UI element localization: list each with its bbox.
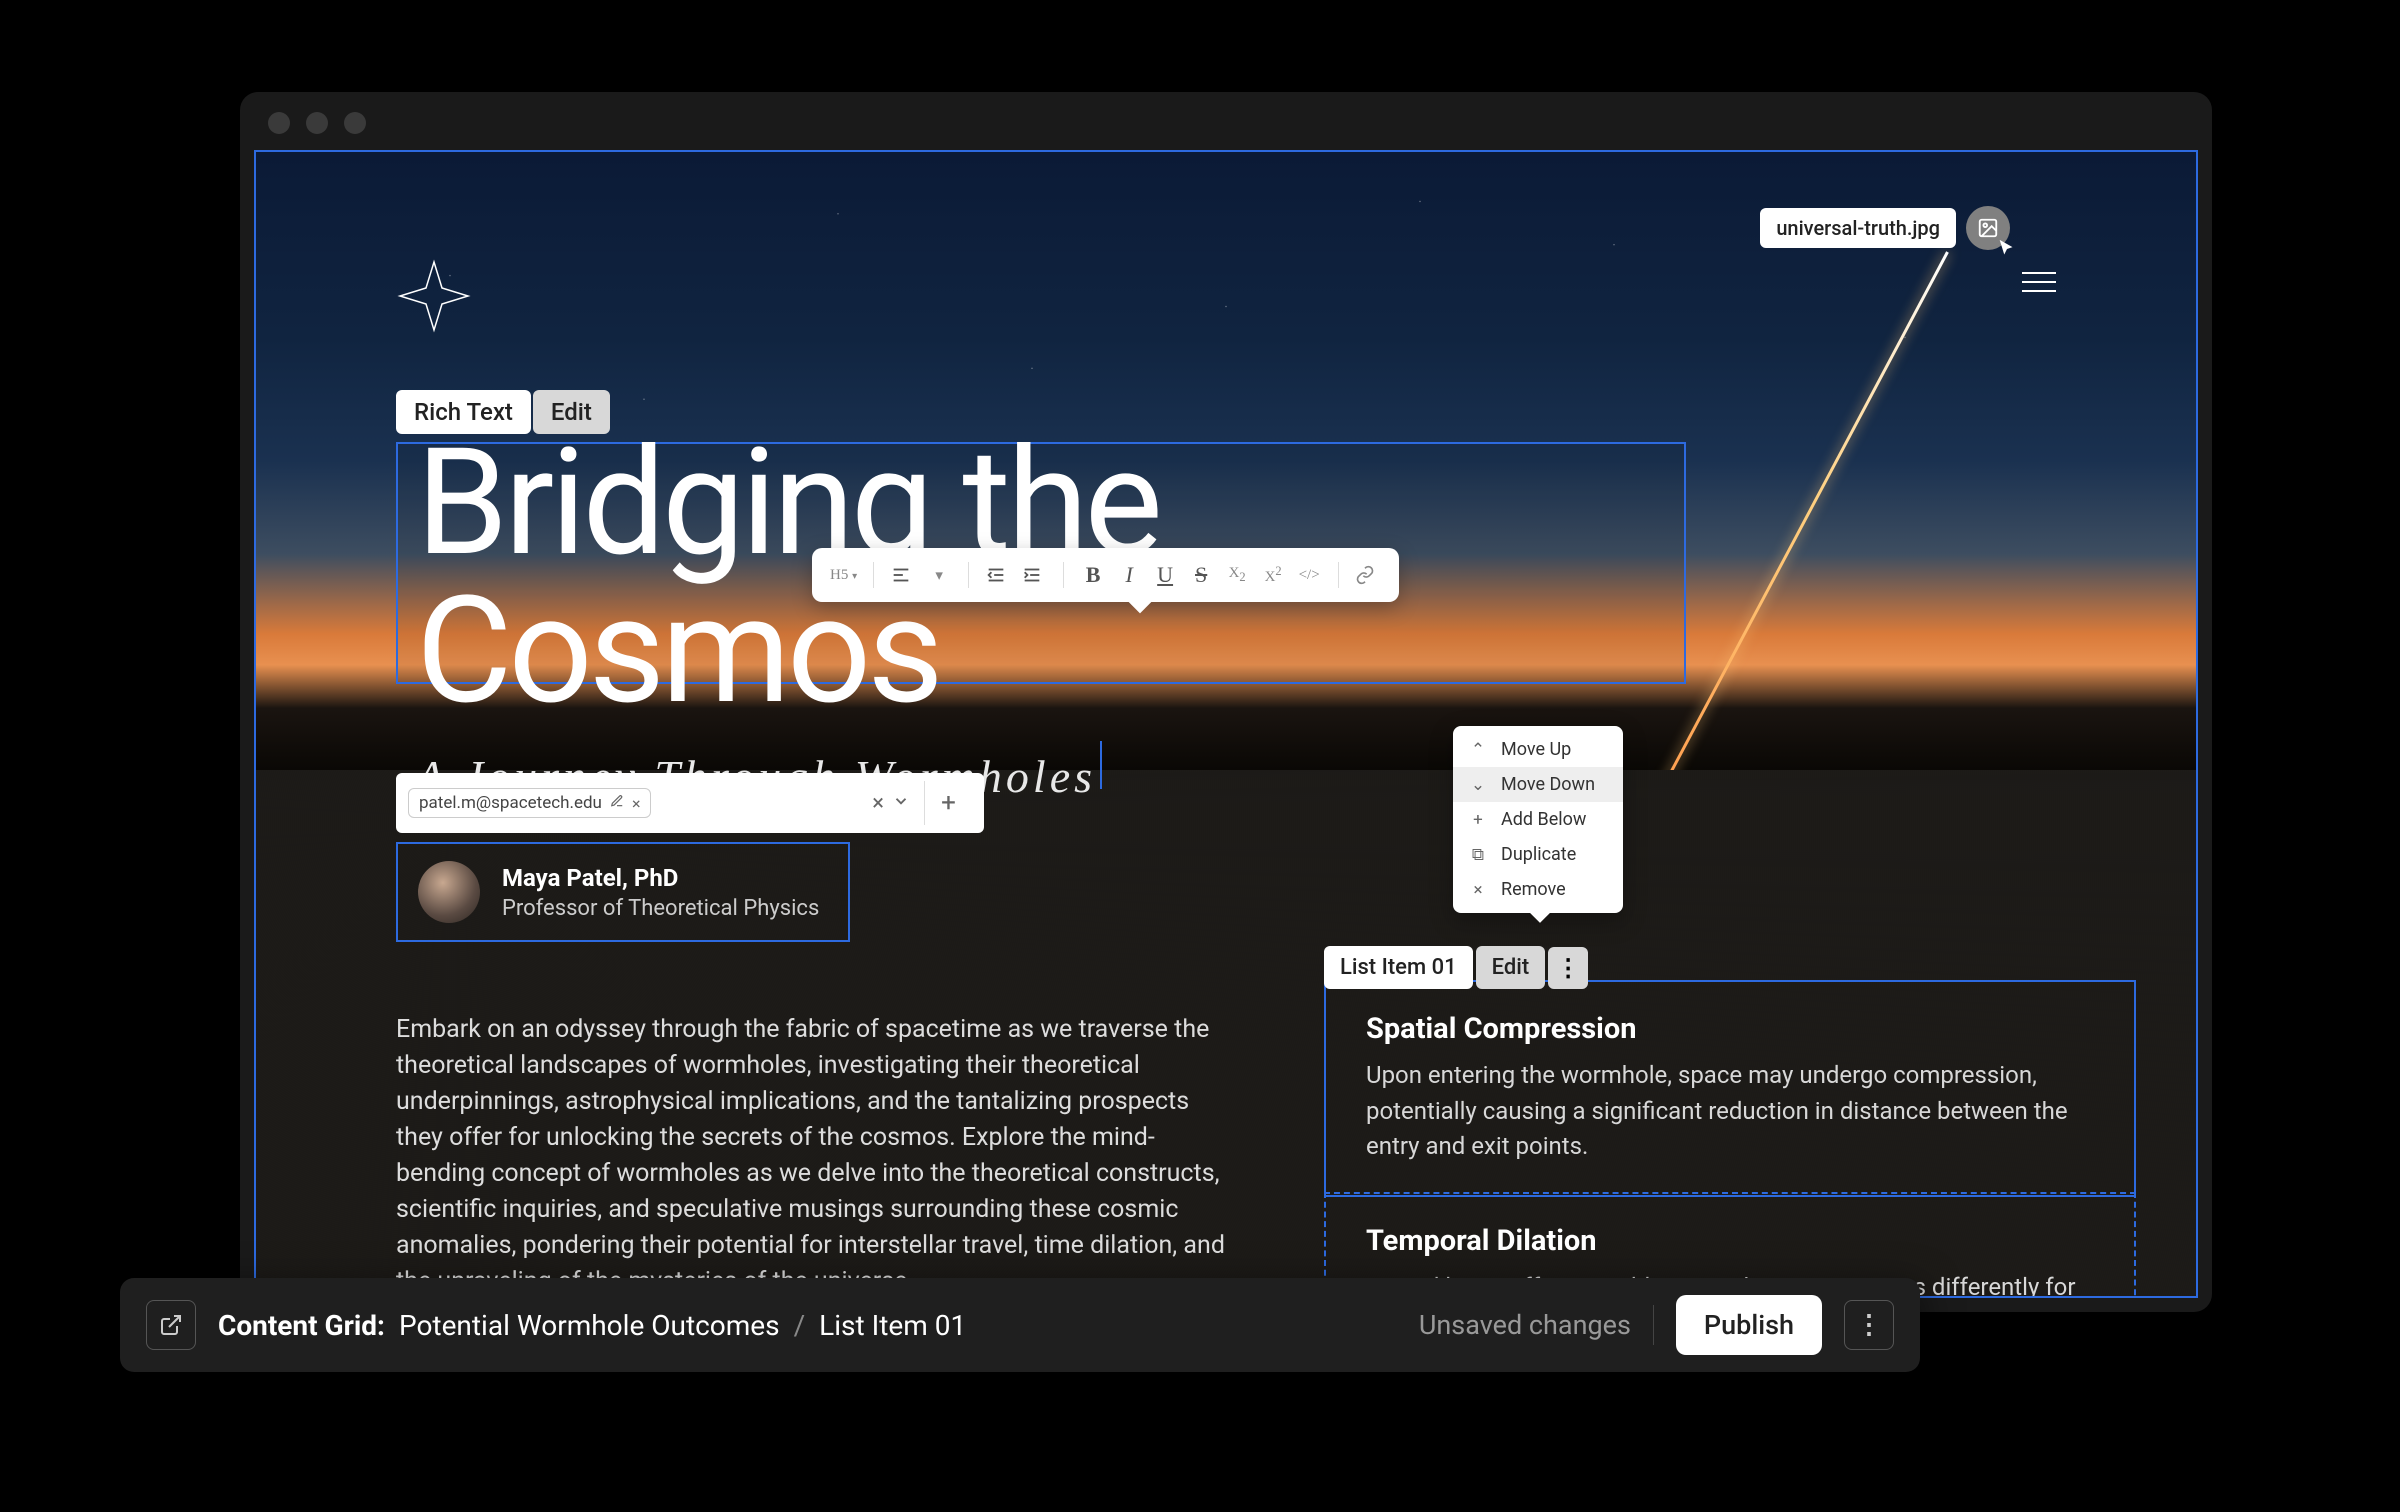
list-item-more-button[interactable]: ⋮ (1548, 947, 1588, 989)
author-name: Maya Patel, PhD (502, 864, 819, 892)
clear-icon[interactable]: × (872, 791, 884, 816)
underline-button[interactable]: U (1152, 562, 1178, 588)
hamburger-menu-icon[interactable] (2022, 272, 2056, 292)
separator (1653, 1305, 1654, 1345)
breadcrumb-separator: / (794, 1309, 806, 1342)
strikethrough-button[interactable]: S (1188, 562, 1214, 588)
indent-increase-icon[interactable] (1021, 564, 1047, 586)
menu-move-down[interactable]: ⌄Move Down (1453, 767, 1623, 802)
plus-icon: + (1469, 810, 1487, 830)
breadcrumb-group-label: Content Grid: (218, 1309, 385, 1342)
traffic-maximize[interactable] (344, 112, 366, 134)
text-format-toolbar: H5 ▾ ▾ B I U S X2 X2 </> (812, 548, 1399, 602)
article-body[interactable]: Embark on an odyssey through the fabric … (396, 1012, 1236, 1298)
card-title[interactable]: Temporal Dilation (1366, 1224, 2094, 1258)
author-role: Professor of Theoretical Physics (502, 896, 819, 921)
indent-decrease-icon[interactable] (985, 564, 1011, 586)
author-email-picker[interactable]: patel.m@spacetech.edu × × + (396, 773, 984, 833)
traffic-close[interactable] (268, 112, 290, 134)
app-window: universal-truth.jpg Rich Text Edit Bridg… (240, 92, 2212, 1312)
text-cursor (1100, 741, 1102, 789)
more-actions-button[interactable]: ⋮ (1844, 1300, 1894, 1350)
separator (1338, 562, 1339, 588)
italic-button[interactable]: I (1116, 562, 1142, 588)
menu-remove[interactable]: ×Remove (1453, 872, 1623, 907)
close-icon: × (1469, 880, 1487, 900)
email-value: patel.m@spacetech.edu (419, 793, 602, 813)
author-avatar (418, 861, 480, 923)
remove-email-icon[interactable]: × (632, 794, 641, 813)
list-item-edit-button[interactable]: Edit (1476, 946, 1546, 989)
editor-canvas[interactable]: universal-truth.jpg Rich Text Edit Bridg… (254, 150, 2198, 1298)
breadcrumb-item[interactable]: List Item 01 (819, 1309, 966, 1342)
traffic-minimize[interactable] (306, 112, 328, 134)
rocket-trail (1646, 252, 2196, 752)
add-author-button[interactable]: + (924, 781, 972, 825)
menu-move-up[interactable]: ⌃Move Up (1453, 732, 1623, 767)
bold-button[interactable]: B (1080, 562, 1106, 588)
chevron-down-icon: ⌄ (1469, 775, 1487, 795)
item-context-menu: ⌃Move Up ⌄Move Down +Add Below ⧉Duplicat… (1453, 726, 1623, 913)
separator (1063, 562, 1064, 588)
list-item-card-selected[interactable]: Spatial Compression Upon entering the wo… (1324, 980, 2136, 1197)
separator (873, 562, 874, 588)
external-link-icon (159, 1313, 183, 1337)
menu-add-below[interactable]: +Add Below (1453, 802, 1623, 837)
cursor-icon (1996, 238, 2018, 260)
author-card[interactable]: Maya Patel, PhD Professor of Theoretical… (396, 842, 850, 942)
edit-email-icon[interactable] (610, 793, 624, 813)
duplicate-icon: ⧉ (1469, 845, 1487, 865)
separator (968, 562, 969, 588)
expand-dropdown-icon[interactable] (892, 791, 910, 816)
chevron-up-icon: ⌃ (1469, 740, 1487, 760)
site-logo-icon[interactable] (396, 258, 472, 338)
card-body[interactable]: Upon entering the wormhole, space may un… (1366, 1058, 2094, 1165)
code-button[interactable]: </> (1296, 567, 1322, 584)
hero-image-chip: universal-truth.jpg (1760, 206, 2010, 250)
card-title[interactable]: Spatial Compression (1366, 1012, 2094, 1046)
align-chevron-icon[interactable]: ▾ (926, 566, 952, 585)
menu-duplicate[interactable]: ⧉Duplicate (1453, 837, 1623, 872)
breadcrumb: Content Grid: Potential Wormhole Outcome… (218, 1309, 966, 1342)
link-icon[interactable] (1355, 565, 1381, 585)
save-status: Unsaved changes (1419, 1309, 1631, 1341)
email-chip: patel.m@spacetech.edu × (408, 788, 651, 818)
list-item-badge: List Item 01 Edit ⋮ (1324, 946, 1588, 989)
window-traffic-lights (268, 112, 366, 134)
image-icon (1977, 217, 1999, 239)
superscript-button[interactable]: X2 (1260, 564, 1286, 586)
open-external-button[interactable] (146, 1300, 196, 1350)
hero-image-filename: universal-truth.jpg (1760, 208, 1956, 248)
list-item-label: List Item 01 (1324, 946, 1473, 989)
status-bar: Content Grid: Potential Wormhole Outcome… (120, 1278, 1920, 1372)
align-left-icon[interactable] (890, 564, 916, 586)
publish-button[interactable]: Publish (1676, 1295, 1822, 1355)
heading-dropdown[interactable]: H5 ▾ (830, 567, 857, 584)
subscript-button[interactable]: X2 (1224, 565, 1250, 585)
edit-image-button[interactable] (1966, 206, 2010, 250)
breadcrumb-group-name[interactable]: Potential Wormhole Outcomes (399, 1309, 780, 1342)
